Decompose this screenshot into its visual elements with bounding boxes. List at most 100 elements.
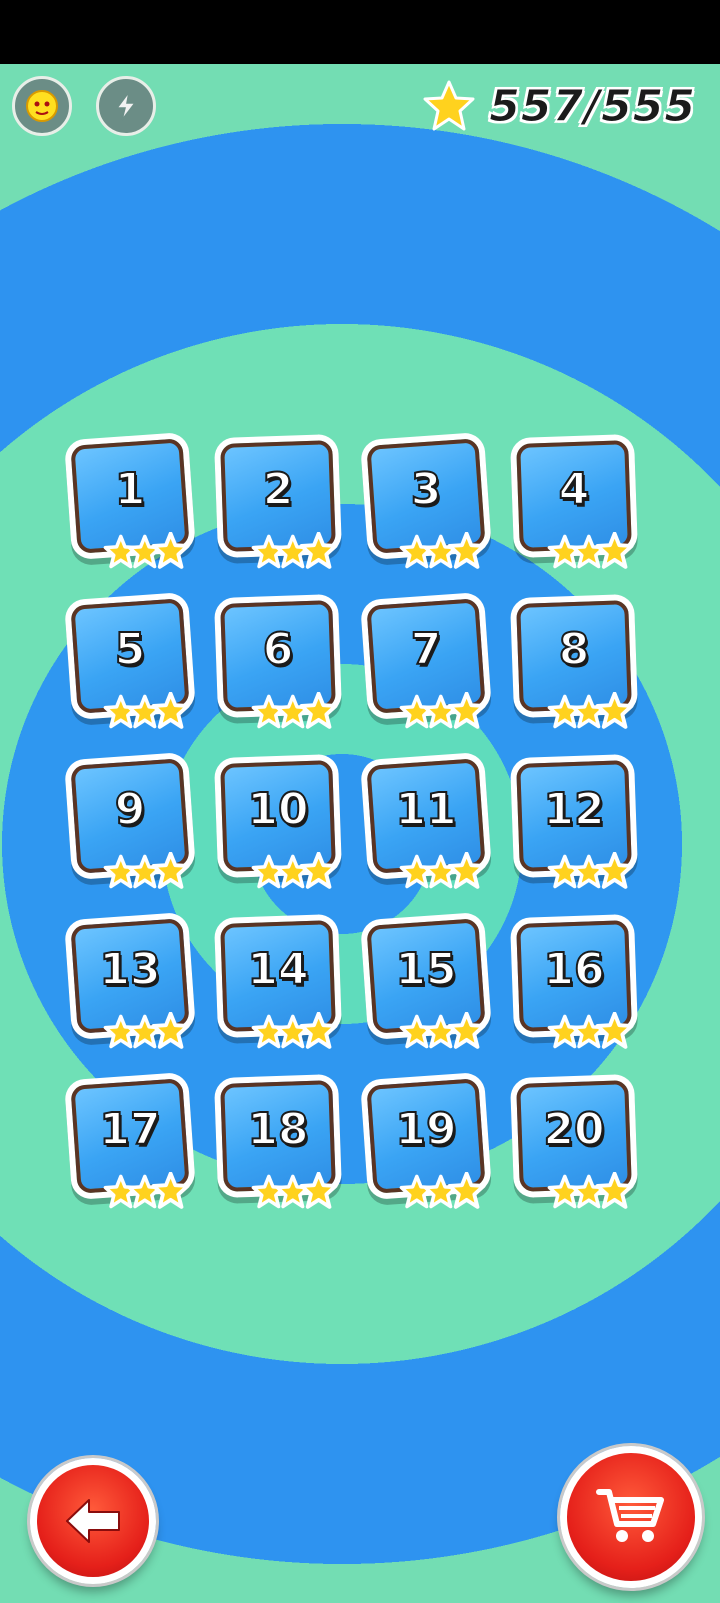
level-number: 2 — [262, 463, 295, 516]
star-icon — [595, 852, 634, 889]
star-icon — [127, 854, 162, 889]
shopping-cart-icon — [596, 1489, 664, 1542]
lightning-icon[interactable] — [96, 76, 156, 136]
level-number: 6 — [262, 623, 295, 676]
level-stars — [398, 692, 488, 732]
level-stars — [546, 852, 636, 892]
level-stars — [546, 532, 636, 572]
star-icon — [595, 1012, 634, 1049]
star-icon — [595, 692, 634, 729]
star-icon — [423, 1174, 458, 1209]
star-icon — [275, 534, 310, 569]
star-icon — [275, 694, 310, 729]
shop-button[interactable] — [560, 1446, 702, 1588]
level-7-button[interactable]: 7 — [364, 598, 488, 729]
level-number: 1 — [114, 463, 147, 516]
level-number: 10 — [246, 783, 309, 836]
level-stars — [102, 852, 192, 892]
star-icon — [151, 532, 190, 569]
level-stars — [250, 1172, 340, 1212]
star-icon — [127, 1174, 162, 1209]
level-number: 9 — [114, 783, 147, 836]
star-icon — [571, 1174, 606, 1209]
star-icon — [275, 1014, 310, 1049]
level-13-button[interactable]: 13 — [68, 918, 192, 1049]
level-number: 17 — [98, 1103, 161, 1156]
star-icon — [151, 852, 190, 889]
arrow-left-icon — [66, 1499, 120, 1543]
level-number: 13 — [98, 943, 161, 996]
level-19-button[interactable]: 19 — [364, 1078, 488, 1209]
level-stars — [250, 692, 340, 732]
star-icon — [299, 852, 338, 889]
level-number: 15 — [394, 943, 457, 996]
level-9-button[interactable]: 9 — [68, 758, 192, 889]
level-3-button[interactable]: 3 — [364, 438, 488, 569]
level-number: 20 — [542, 1103, 605, 1156]
level-number: 19 — [394, 1103, 457, 1156]
star-icon — [127, 1014, 162, 1049]
star-icon — [595, 532, 634, 569]
star-icon — [423, 534, 458, 569]
level-15-button[interactable]: 15 — [364, 918, 488, 1049]
star-icon — [127, 694, 162, 729]
level-11-button[interactable]: 11 — [364, 758, 488, 889]
level-stars — [250, 1012, 340, 1052]
level-number: 4 — [558, 463, 591, 516]
star-icon — [447, 1172, 486, 1209]
level-stars — [250, 532, 340, 572]
level-18-button[interactable]: 18 — [216, 1080, 340, 1209]
level-number: 18 — [246, 1103, 309, 1156]
star-icon — [595, 1172, 634, 1209]
level-stars — [546, 692, 636, 732]
level-stars — [398, 532, 488, 572]
star-icon — [423, 1014, 458, 1049]
star-icon — [423, 854, 458, 889]
level-stars — [546, 1012, 636, 1052]
star-icon — [447, 532, 486, 569]
level-6-button[interactable]: 6 — [216, 600, 340, 729]
level-number: 11 — [394, 783, 457, 836]
star-icon — [299, 1172, 338, 1209]
level-17-button[interactable]: 17 — [68, 1078, 192, 1209]
star-icon — [571, 1014, 606, 1049]
level-grid: 1 2 3 4 5 6 7 8 9 10 11 12 13 14 15 16 17 18 19 20 — [68, 438, 636, 1209]
level-20-button[interactable]: 20 — [512, 1080, 636, 1209]
level-5-button[interactable]: 5 — [68, 598, 192, 729]
star-icon — [151, 1012, 190, 1049]
level-stars — [102, 532, 192, 572]
level-number: 5 — [114, 623, 147, 676]
star-icon — [447, 1012, 486, 1049]
level-stars — [250, 852, 340, 892]
level-12-button[interactable]: 12 — [512, 760, 636, 889]
level-number: 16 — [542, 943, 605, 996]
level-number: 7 — [410, 623, 443, 676]
status-bar — [0, 0, 720, 64]
level-stars — [102, 692, 192, 732]
stars-counter: 557/555 — [421, 74, 696, 138]
level-2-button[interactable]: 2 — [216, 440, 340, 569]
level-16-button[interactable]: 16 — [512, 920, 636, 1049]
star-icon — [447, 852, 486, 889]
star-icon — [127, 534, 162, 569]
star-icon — [275, 854, 310, 889]
star-icon — [571, 694, 606, 729]
star-icon — [275, 1174, 310, 1209]
star-icon — [571, 534, 606, 569]
level-number: 14 — [246, 943, 309, 996]
star-icon — [151, 692, 190, 729]
level-stars — [398, 852, 488, 892]
level-8-button[interactable]: 8 — [512, 600, 636, 729]
level-1-button[interactable]: 1 — [68, 438, 192, 569]
level-14-button[interactable]: 14 — [216, 920, 340, 1049]
level-stars — [546, 1172, 636, 1212]
character-icon[interactable] — [12, 76, 72, 136]
level-number: 12 — [542, 783, 605, 836]
back-button[interactable] — [30, 1458, 156, 1584]
level-stars — [398, 1012, 488, 1052]
level-4-button[interactable]: 4 — [512, 440, 636, 569]
stars-count-text: 557/555 — [489, 80, 696, 132]
star-icon — [447, 692, 486, 729]
star-icon — [151, 1172, 190, 1209]
level-10-button[interactable]: 10 — [216, 760, 340, 889]
